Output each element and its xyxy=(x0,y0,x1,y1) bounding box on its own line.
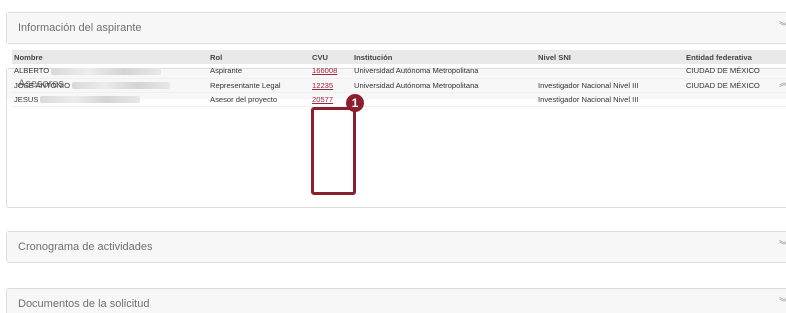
panel-title: Cronograma de actividades xyxy=(18,241,153,253)
cell-nivel-sni xyxy=(536,64,684,78)
panel-title: Documentos de la solicitud xyxy=(18,298,150,310)
cell-entidad xyxy=(684,92,786,106)
panel-header-documentos[interactable]: Documentos de la solicitud ︾ xyxy=(7,289,786,313)
asesores-table-wrapper: Nombre Rol CVU Institución Nivel SNI Ent… xyxy=(12,50,786,107)
cvu-link[interactable]: 12235 xyxy=(312,81,333,90)
cell-nombre: JOSE ANTONIO xyxy=(12,78,208,92)
cell-institucion: Universidad Autónoma Metropolitana xyxy=(354,80,479,90)
panel-informacion-aspirante: Información del aspirante ︾ xyxy=(6,12,786,44)
chevron-down-icon[interactable]: ︾ xyxy=(779,289,786,313)
nombre-text: ALBERTO xyxy=(14,66,50,76)
column-header-nombre: Nombre xyxy=(14,52,43,62)
column-header-cvu: CVU xyxy=(312,52,329,62)
column-header-entidad: Entidad federativa xyxy=(686,52,752,62)
cvu-link[interactable]: 166008 xyxy=(312,66,337,75)
panel-header-informacion[interactable]: Información del aspirante ︾ xyxy=(7,13,786,43)
chevron-down-icon[interactable]: ︾ xyxy=(779,13,786,43)
redacted-name xyxy=(71,82,170,89)
panel-header-cronograma[interactable]: Cronograma de actividades ︾ xyxy=(7,232,786,262)
column-header-institucion: Institución xyxy=(354,52,393,62)
redacted-name xyxy=(51,67,162,75)
cell-rol: Representante Legal xyxy=(210,80,281,90)
redacted-name xyxy=(40,96,141,103)
panel-title: Información del aspirante xyxy=(18,22,142,34)
cell-entidad: CIUDAD DE MÉXICO xyxy=(686,80,760,90)
cell-rol: Asesor del proyecto xyxy=(210,94,278,104)
column-header-rol: Rol xyxy=(210,52,223,62)
chevron-down-icon[interactable]: ︾ xyxy=(779,232,786,262)
table-header-row: Nombre Rol CVU Institución Nivel SNI Ent… xyxy=(12,50,786,64)
cell-institucion: Universidad Autónoma Metropolitana xyxy=(354,66,479,76)
cell-nivel-sni: Investigador Nacional Nivel III xyxy=(538,94,639,104)
table-row: ALBERTO Aspirante 166008 Universidad Aut… xyxy=(12,64,786,78)
table-row: JOSE ANTONIO Representante Legal 12235 U… xyxy=(12,78,786,92)
nombre-text: JESUS xyxy=(14,94,39,104)
cell-institucion xyxy=(352,92,536,106)
cell-cvu: 12235 xyxy=(310,78,352,92)
cell-nivel-sni: Investigador Nacional Nivel III xyxy=(538,80,639,90)
cvu-link[interactable]: 20577 xyxy=(312,95,333,104)
cell-nombre: ALBERTO xyxy=(12,64,208,78)
column-header-nivel-sni: Nivel SNI xyxy=(538,52,571,62)
panel-documentos: Documentos de la solicitud ︾ xyxy=(6,288,786,313)
cvu-highlight-box xyxy=(311,107,356,195)
panel-cronograma: Cronograma de actividades ︾ xyxy=(6,231,786,263)
cell-entidad: CIUDAD DE MÉXICO xyxy=(686,66,760,76)
annotation-badge: 1 xyxy=(346,94,364,112)
cell-cvu: 166008 xyxy=(310,64,352,78)
table-row: JESUS Asesor del proyecto 20577 Investig… xyxy=(12,92,786,106)
asesores-table: Nombre Rol CVU Institución Nivel SNI Ent… xyxy=(12,50,786,107)
cell-nombre: JESUS xyxy=(12,92,208,106)
nombre-text: JOSE ANTONIO xyxy=(14,80,70,90)
cell-rol: Aspirante xyxy=(210,66,243,76)
